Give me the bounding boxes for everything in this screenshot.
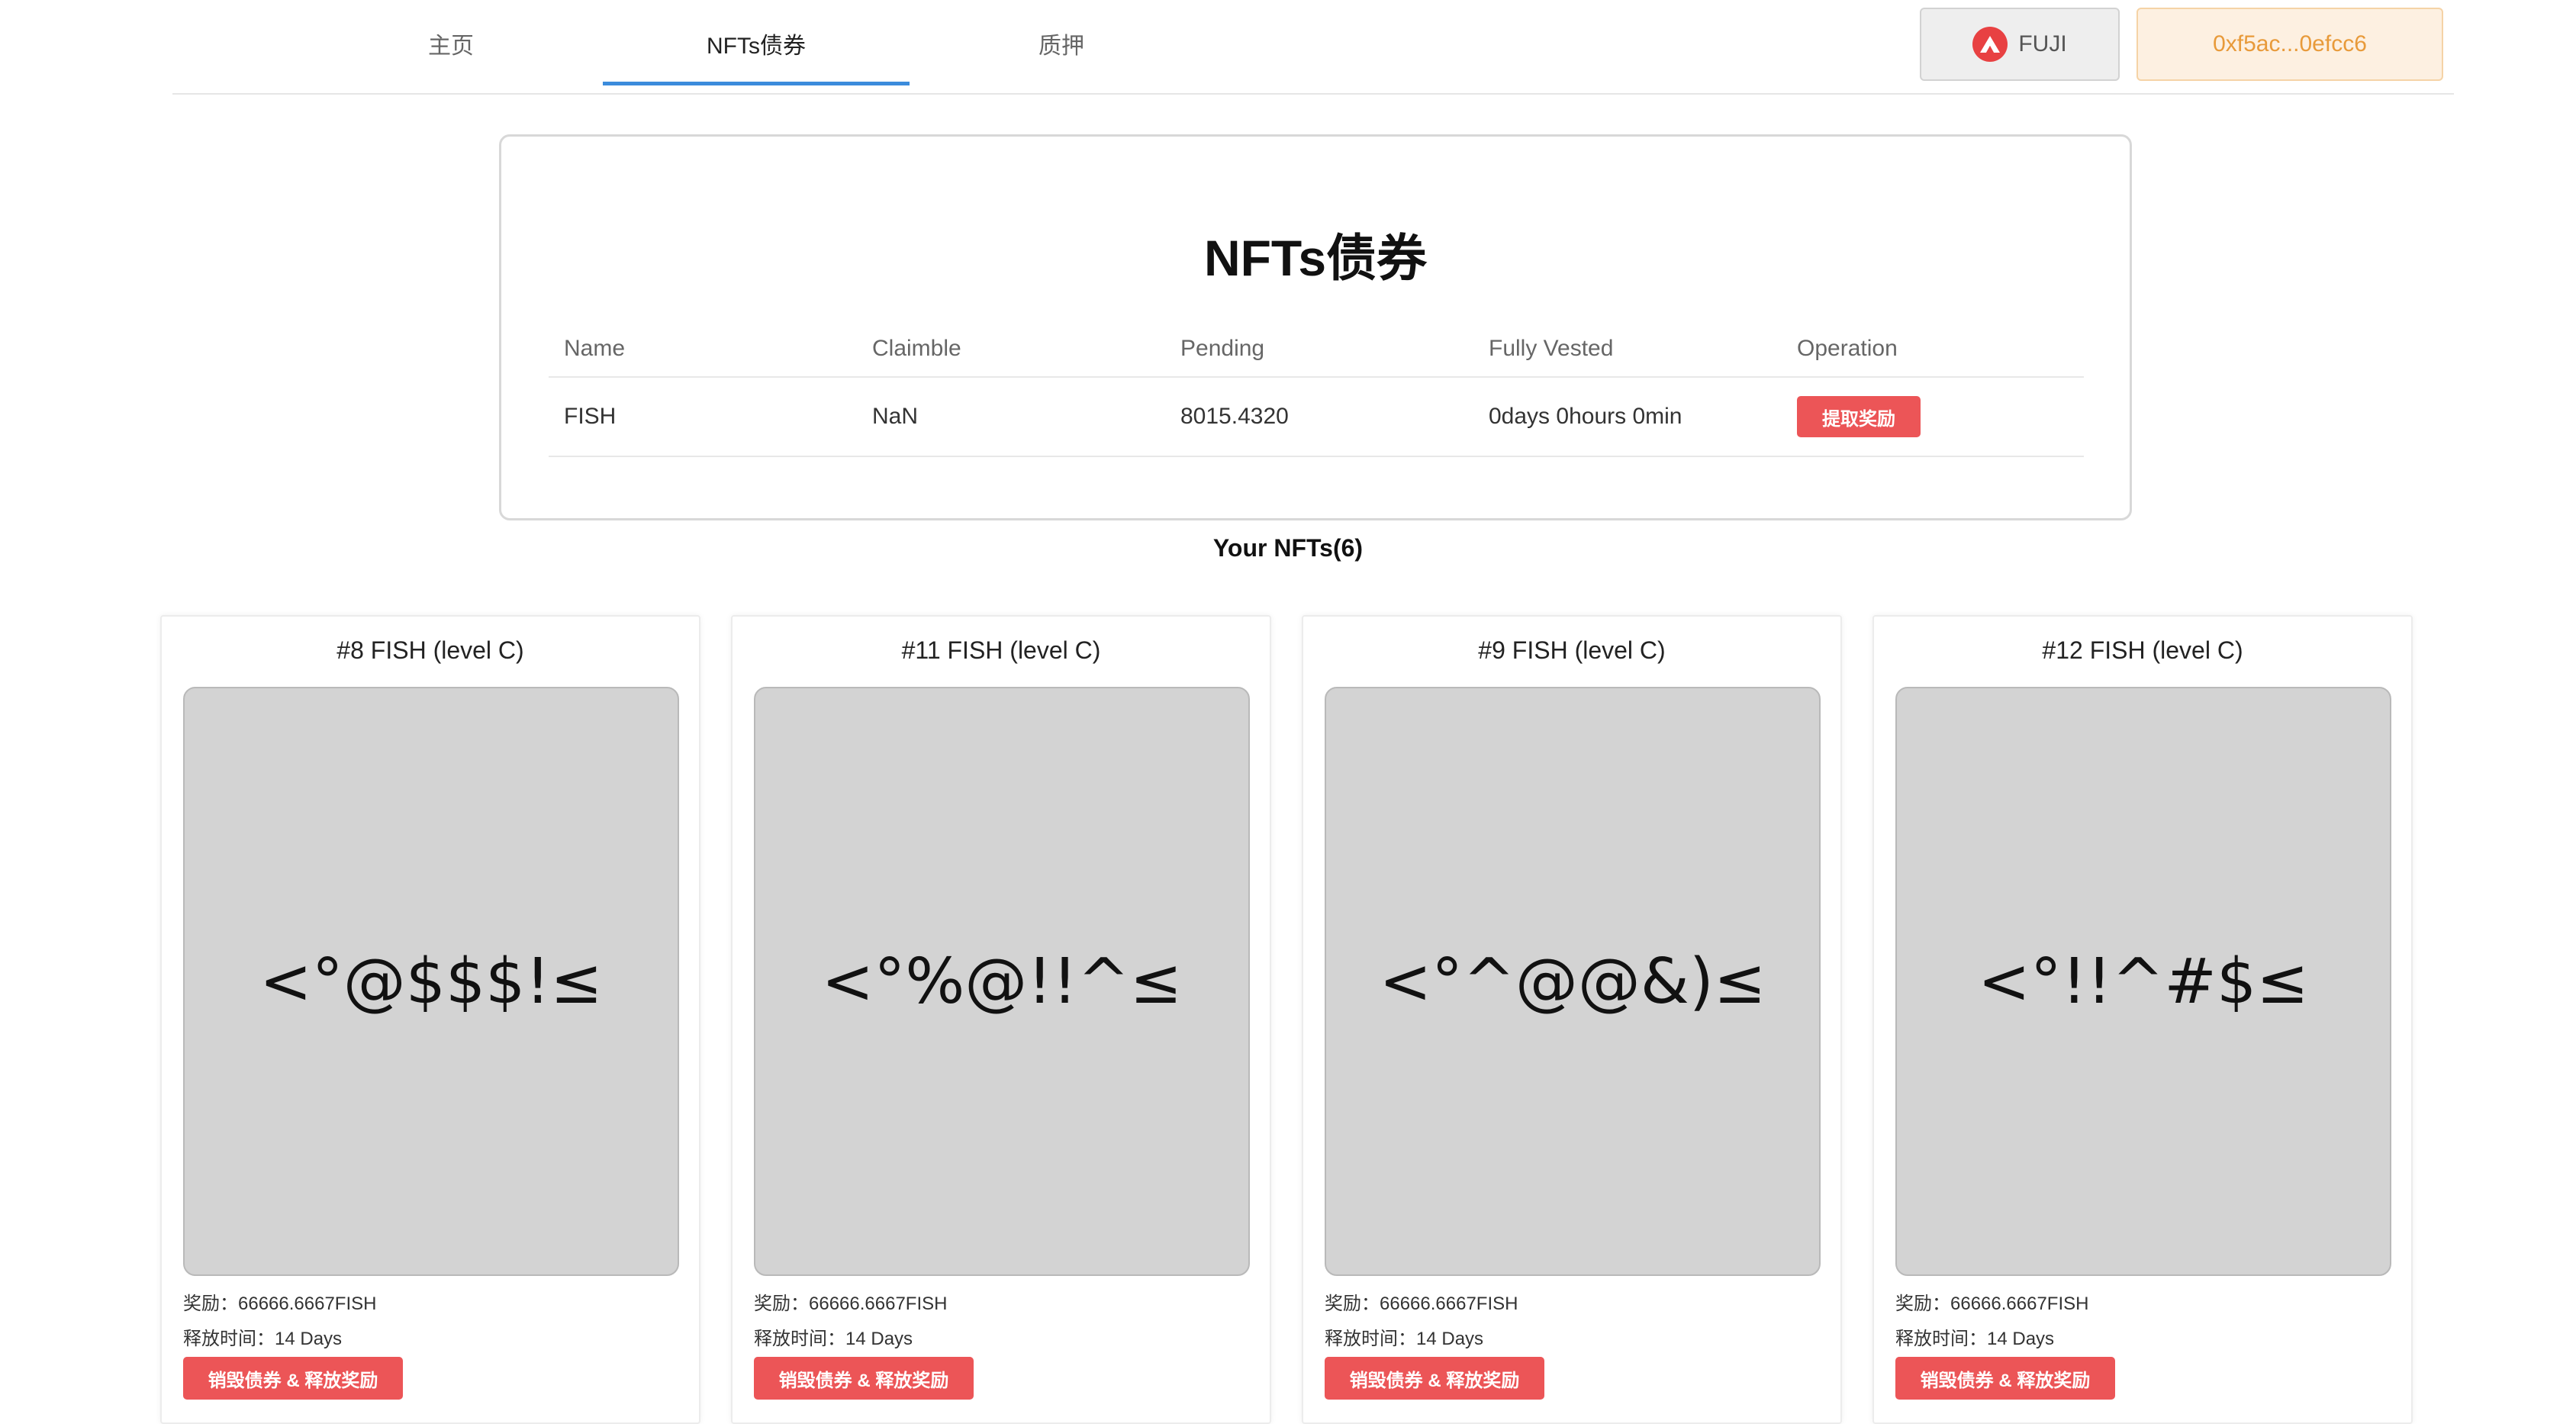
nft-release-time: 释放时间：14 Days <box>183 1329 343 1349</box>
table-header-row: Name Claimble Pending Fully Vested Opera… <box>549 321 2084 378</box>
page-title: NFTs债券 <box>1203 230 1428 286</box>
bond-claimble: NaN <box>872 404 919 429</box>
tab-staking[interactable]: 质押 <box>908 0 1215 86</box>
tab-nft-bonds[interactable]: NFTs债券 <box>603 0 910 86</box>
bond-table: Name Claimble Pending Fully Vested Opera… <box>549 321 2084 457</box>
column-header-operation: Operation <box>1797 336 1898 361</box>
nft-card-title: #11 FISH (level C) <box>901 636 1101 664</box>
burn-bond-release-reward-button[interactable]: 销毁债券 & 释放奖励 <box>1325 1357 1544 1400</box>
table-row: FISH NaN 8015.4320 0days 0hours 0min 提取奖… <box>549 378 2084 457</box>
nft-card: #11 FISH (level C) <°%@!!^≤ 奖励：66666.666… <box>731 615 1271 1424</box>
nft-release-time: 释放时间：14 Days <box>1895 1329 2055 1349</box>
tab-home[interactable]: 主页 <box>298 0 604 86</box>
active-tab-indicator <box>603 82 910 85</box>
network-label: FUJI <box>2018 31 2067 56</box>
nft-card-title: #8 FISH (level C) <box>336 636 524 664</box>
your-nfts-heading: Your NFTs(6) <box>1212 534 1364 562</box>
nft-card-title: #12 FISH (level C) <box>2042 636 2243 664</box>
nft-card: #12 FISH (level C) <°!!^#$≤ 奖励：66666.666… <box>1872 615 2413 1424</box>
nft-reward: 奖励：66666.6667FISH <box>183 1294 377 1314</box>
bond-name: FISH <box>564 404 617 429</box>
burn-bond-release-reward-button[interactable]: 销毁债券 & 释放奖励 <box>754 1357 974 1400</box>
wallet-address-button[interactable]: 0xf5ac...0efcc6 <box>2136 8 2443 81</box>
nft-image: <°^@@&)≤ <box>1325 687 1821 1276</box>
top-navigation: 主页 NFTs债券 质押 FUJI 0xf5ac...0efcc6 <box>0 0 2576 95</box>
burn-bond-release-reward-button[interactable]: 销毁债券 & 释放奖励 <box>1895 1357 2115 1400</box>
claim-reward-button[interactable]: 提取奖励 <box>1797 396 1921 437</box>
nft-release-time: 释放时间：14 Days <box>754 1329 913 1349</box>
column-header-claimble: Claimble <box>872 336 961 361</box>
nft-reward: 奖励：66666.6667FISH <box>754 1294 948 1314</box>
nft-image: <°!!^#$≤ <box>1895 687 2391 1276</box>
column-header-fully-vested: Fully Vested <box>1489 336 1614 361</box>
bond-operation-cell: 提取奖励 <box>1797 378 1921 456</box>
nft-card: #9 FISH (level C) <°^@@&)≤ 奖励：66666.6667… <box>1302 615 1842 1424</box>
nft-image: <°@$$$!≤ <box>183 687 679 1276</box>
nft-card-title: #9 FISH (level C) <box>1478 636 1666 664</box>
avalanche-icon <box>1972 27 2008 62</box>
nft-reward: 奖励：66666.6667FISH <box>1895 1294 2089 1314</box>
nft-reward: 奖励：66666.6667FISH <box>1325 1294 1518 1314</box>
nft-image: <°%@!!^≤ <box>754 687 1250 1276</box>
network-button[interactable]: FUJI <box>1920 8 2120 81</box>
column-header-name: Name <box>564 336 626 361</box>
bond-pending: 8015.4320 <box>1180 404 1289 429</box>
nft-card: #8 FISH (level C) <°@$$$!≤ 奖励：66666.6667… <box>160 615 700 1424</box>
nft-release-time: 释放时间：14 Days <box>1325 1329 1484 1349</box>
nav-divider <box>172 93 2454 95</box>
bond-fully-vested: 0days 0hours 0min <box>1489 404 1682 429</box>
burn-bond-release-reward-button[interactable]: 销毁债券 & 释放奖励 <box>183 1357 403 1400</box>
bond-panel: NFTs债券 Name Claimble Pending Fully Veste… <box>499 134 2132 520</box>
column-header-pending: Pending <box>1180 336 1265 361</box>
